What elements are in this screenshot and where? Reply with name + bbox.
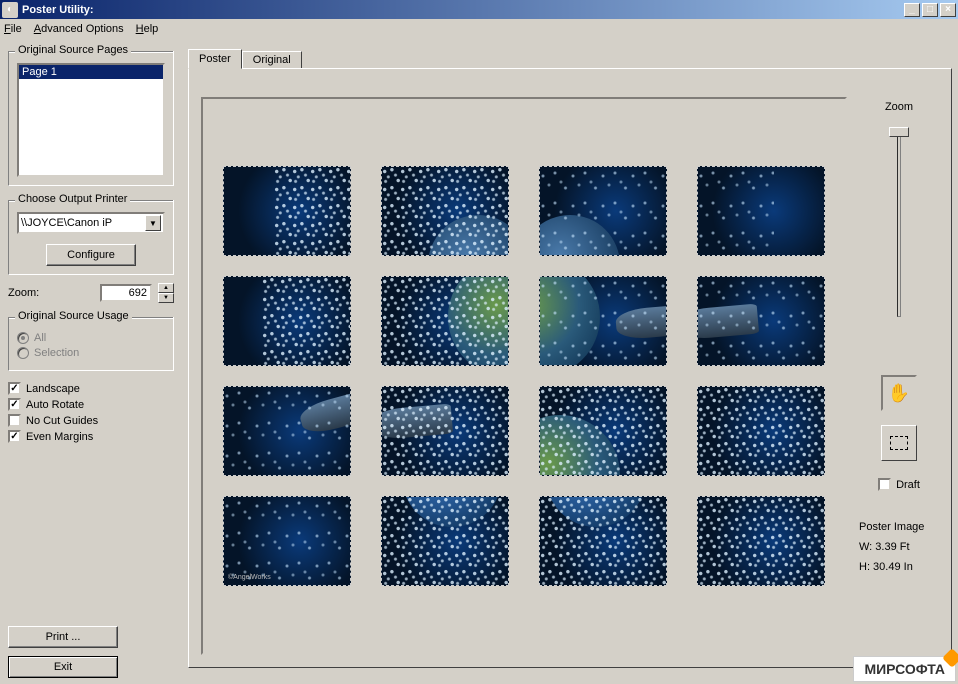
tile bbox=[381, 496, 509, 586]
radio-all bbox=[17, 332, 29, 344]
titlebar: ◐ Poster Utility: _ □ × bbox=[0, 0, 958, 19]
check-landscape[interactable]: ✓ bbox=[8, 382, 21, 395]
menu-advanced[interactable]: Advanced Options bbox=[34, 23, 124, 35]
pan-tool-button[interactable]: ✋ bbox=[881, 375, 917, 411]
close-button[interactable]: × bbox=[940, 3, 956, 17]
tile bbox=[381, 386, 509, 476]
configure-button[interactable]: Configure bbox=[46, 244, 136, 266]
poster-tiles: ©AngelWorks bbox=[203, 146, 845, 606]
printer-selected: \\JOYCE\Canon iP bbox=[21, 217, 145, 229]
menu-file[interactable]: File bbox=[4, 23, 22, 35]
info-width: W: 3.39 Ft bbox=[859, 538, 924, 558]
sidebar: Original Source Pages Page 1 Choose Outp… bbox=[0, 39, 182, 684]
slider-thumb[interactable] bbox=[889, 127, 909, 137]
marquee-icon bbox=[890, 436, 908, 450]
right-panel: Zoom ✋ Draft Poster Image W: 3.39 Ft H: … bbox=[859, 97, 939, 655]
tile bbox=[539, 496, 667, 586]
radio-selection-row: Selection bbox=[17, 347, 165, 359]
poster-info: Poster Image W: 3.39 Ft H: 30.49 In bbox=[859, 518, 924, 577]
printer-group: Choose Output Printer \\JOYCE\Canon iP ▼… bbox=[8, 200, 174, 275]
tile bbox=[539, 166, 667, 256]
source-pages-legend: Original Source Pages bbox=[15, 44, 131, 56]
tile bbox=[381, 166, 509, 256]
check-draft-label: Draft bbox=[896, 479, 920, 491]
radio-selection-label: Selection bbox=[34, 347, 79, 359]
minimize-button[interactable]: _ bbox=[904, 3, 920, 17]
tile bbox=[223, 386, 351, 476]
tile bbox=[223, 276, 351, 366]
spin-up-icon[interactable]: ▲ bbox=[158, 283, 174, 293]
window-title: Poster Utility: bbox=[22, 4, 94, 16]
tile bbox=[697, 496, 825, 586]
tile bbox=[539, 386, 667, 476]
check-no-cut[interactable] bbox=[8, 414, 21, 427]
check-auto-rotate-label: Auto Rotate bbox=[26, 399, 84, 411]
main-area: Poster Original ©AngelWork bbox=[182, 39, 958, 684]
printer-legend: Choose Output Printer bbox=[15, 193, 130, 205]
check-draft[interactable] bbox=[878, 478, 891, 491]
printer-dropdown[interactable]: \\JOYCE\Canon iP ▼ bbox=[17, 212, 165, 234]
tile bbox=[697, 276, 825, 366]
info-height: H: 30.49 In bbox=[859, 558, 924, 578]
check-even-margins-label: Even Margins bbox=[26, 431, 93, 443]
usage-group: Original Source Usage All Selection bbox=[8, 317, 174, 371]
image-credit: ©AngelWorks bbox=[228, 574, 271, 581]
tabs: Poster Original bbox=[188, 49, 952, 68]
check-no-cut-label: No Cut Guides bbox=[26, 415, 98, 427]
zoom-spinner[interactable]: ▲ ▼ bbox=[158, 283, 174, 303]
radio-all-label: All bbox=[34, 332, 46, 344]
list-item[interactable]: Page 1 bbox=[19, 65, 163, 79]
zoom-slider[interactable] bbox=[889, 127, 909, 327]
hand-icon: ✋ bbox=[888, 383, 910, 404]
poster-preview[interactable]: ©AngelWorks bbox=[201, 97, 847, 655]
chevron-down-icon[interactable]: ▼ bbox=[145, 215, 161, 231]
tile bbox=[539, 276, 667, 366]
tile: ©AngelWorks bbox=[223, 496, 351, 586]
menu-help[interactable]: Help bbox=[136, 23, 159, 35]
print-button[interactable]: Print ... bbox=[8, 626, 118, 648]
info-title: Poster Image bbox=[859, 518, 924, 538]
zoom-input[interactable]: 692 bbox=[100, 284, 152, 302]
check-landscape-label: Landscape bbox=[26, 383, 80, 395]
zoom-row: Zoom: 692 ▲ ▼ bbox=[8, 283, 174, 303]
tab-original[interactable]: Original bbox=[242, 51, 302, 68]
tile bbox=[381, 276, 509, 366]
tab-poster[interactable]: Poster bbox=[188, 49, 242, 69]
tab-panel: ©AngelWorks Zoom ✋ Draft Poster Image bbox=[188, 68, 952, 668]
page-watermark: МИРСОФТА bbox=[853, 656, 956, 682]
source-pages-group: Original Source Pages Page 1 bbox=[8, 51, 174, 186]
check-even-margins[interactable]: ✓ bbox=[8, 430, 21, 443]
menubar: File Advanced Options Help bbox=[0, 19, 958, 39]
maximize-button[interactable]: □ bbox=[922, 3, 938, 17]
radio-all-row: All bbox=[17, 332, 165, 344]
zoom-label-right: Zoom bbox=[885, 101, 913, 113]
usage-legend: Original Source Usage bbox=[15, 310, 132, 322]
select-tool-button[interactable] bbox=[881, 425, 917, 461]
tile bbox=[223, 166, 351, 256]
radio-selection bbox=[17, 347, 29, 359]
check-auto-rotate[interactable]: ✓ bbox=[8, 398, 21, 411]
spin-down-icon[interactable]: ▼ bbox=[158, 293, 174, 303]
zoom-label: Zoom: bbox=[8, 287, 39, 299]
tile bbox=[697, 386, 825, 476]
app-icon: ◐ bbox=[2, 2, 18, 18]
tile bbox=[697, 166, 825, 256]
exit-button[interactable]: Exit bbox=[8, 656, 118, 678]
source-pages-list[interactable]: Page 1 bbox=[17, 63, 165, 177]
